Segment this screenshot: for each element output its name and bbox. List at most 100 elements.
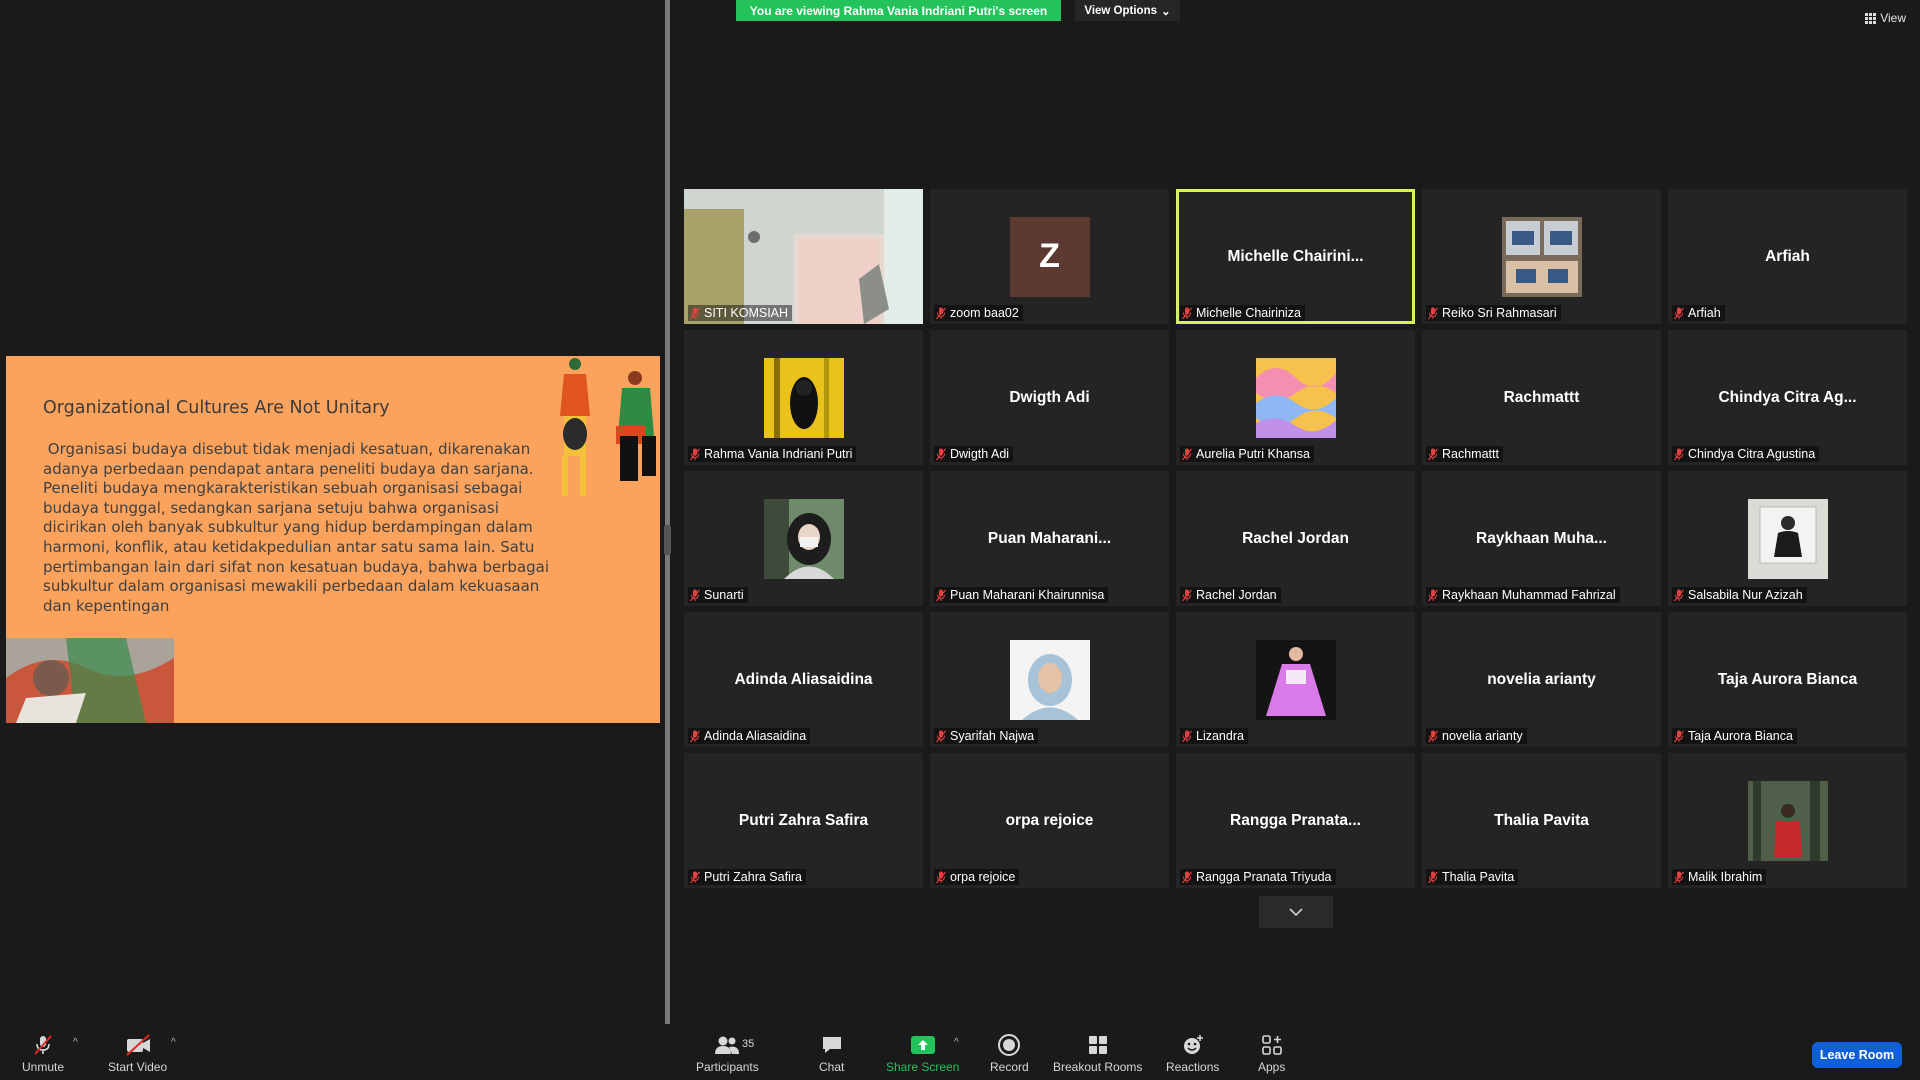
- chevron-down-icon: [1289, 908, 1303, 917]
- apps-icon: [1261, 1035, 1282, 1055]
- unmute-label: Unmute: [22, 1060, 65, 1074]
- gallery-next-page-button[interactable]: [1259, 896, 1333, 928]
- reactions-icon: [1183, 1035, 1203, 1054]
- mic-muted-icon: [1428, 871, 1438, 883]
- participant-display-name: Chindya Citra Ag...: [1718, 388, 1857, 406]
- participants-label: Participants: [696, 1060, 759, 1074]
- participant-tile[interactable]: Thalia Pavita Thalia Pavita: [1422, 753, 1661, 888]
- chevron-down-icon: ⌄: [1161, 5, 1171, 18]
- participants-icon: [715, 1036, 740, 1054]
- mic-muted-icon: [1674, 589, 1684, 601]
- participant-tile[interactable]: Reiko Sri Rahmasari: [1422, 189, 1661, 324]
- breakout-rooms-label: Breakout Rooms: [1053, 1060, 1143, 1074]
- participant-display-name: Rachmattt: [1503, 388, 1580, 406]
- slide-title: Organizational Cultures Are Not Unitary: [43, 398, 390, 418]
- participant-tile[interactable]: Rangga Pranata... Rangga Pranata Triyuda: [1176, 753, 1415, 888]
- participant-name: Salsabila Nur Azizah: [1688, 588, 1803, 602]
- participant-tile[interactable]: Zzoom baa02: [930, 189, 1169, 324]
- slide-body-text: Organisasi budaya disebut tidak menjadi …: [43, 440, 550, 615]
- participant-tile[interactable]: Aurelia Putri Khansa: [1176, 330, 1415, 465]
- video-off-icon: [125, 1034, 150, 1056]
- share-screen-icon: [910, 1036, 935, 1054]
- participant-tile[interactable]: Rahma Vania Indriani Putri: [684, 330, 923, 465]
- drummers-illustration: [560, 358, 656, 496]
- participant-name-label: orpa rejoice: [934, 869, 1020, 885]
- participant-name-label: Dwigth Adi: [934, 446, 1014, 462]
- mic-muted-icon: [690, 448, 700, 460]
- participant-tile[interactable]: Michelle Chairini... Michelle Chairiniza: [1176, 189, 1415, 324]
- video-options-caret-icon[interactable]: ^: [171, 1037, 176, 1048]
- participant-name: Dwigth Adi: [950, 447, 1010, 461]
- participant-name: SITI KOMSIAH: [704, 306, 789, 320]
- mic-muted-icon: [690, 730, 700, 742]
- participants-count: 35: [742, 1038, 755, 1050]
- reactions-button[interactable]: Reactions: [1166, 1033, 1219, 1074]
- mic-muted-icon: [1182, 730, 1192, 742]
- participant-tile[interactable]: Raykhaan Muha... Raykhaan Muhammad Fahriz…: [1422, 471, 1661, 606]
- apps-button[interactable]: Apps: [1258, 1033, 1285, 1074]
- participant-avatar-image: [1747, 498, 1828, 579]
- participant-name-label: Adinda Aliasaidina: [688, 728, 811, 744]
- audio-options-caret-icon[interactable]: ^: [73, 1037, 78, 1048]
- participant-name: Raykhaan Muhammad Fahrizal: [1442, 588, 1616, 602]
- view-button[interactable]: View: [1865, 11, 1906, 25]
- participant-name: Taja Aurora Bianca: [1688, 729, 1793, 743]
- participant-display-name: orpa rejoice: [1005, 811, 1094, 829]
- participant-tile[interactable]: Puan Maharani... Puan Maharani Khairunnis…: [930, 471, 1169, 606]
- participant-name: Aurelia Putri Khansa: [1196, 447, 1310, 461]
- participant-avatar-image: [763, 357, 844, 438]
- participant-tile[interactable]: orpa rejoice orpa rejoice: [930, 753, 1169, 888]
- divider-drag-handle[interactable]: [664, 525, 671, 555]
- participant-name-label: Lizandra: [1180, 728, 1248, 744]
- participant-tile[interactable]: Rachel Jordan Rachel Jordan: [1176, 471, 1415, 606]
- participant-tile[interactable]: Malik Ibrahim: [1668, 753, 1907, 888]
- mic-muted-icon: [1674, 730, 1684, 742]
- participant-name-label: Putri Zahra Safira: [688, 869, 806, 885]
- participant-gallery: SITI KOMSIAH Zzoom baa02 Michelle Chairini…: [684, 189, 1907, 889]
- participant-tile[interactable]: SITI KOMSIAH: [684, 189, 923, 324]
- participant-tile[interactable]: Syarifah Najwa: [930, 612, 1169, 747]
- participant-tile[interactable]: Chindya Citra Ag... Chindya Citra Agustin…: [1668, 330, 1907, 465]
- chat-label: Chat: [819, 1060, 845, 1074]
- participant-name-label: Sunarti: [688, 587, 748, 603]
- mic-muted-icon: [690, 307, 700, 319]
- mic-muted-icon: [1428, 307, 1438, 319]
- participant-name-label: SITI KOMSIAH: [688, 305, 793, 321]
- participant-name: Putri Zahra Safira: [704, 870, 802, 884]
- participant-tile[interactable]: Rachmattt Rachmattt: [1422, 330, 1661, 465]
- participant-tile[interactable]: Sunarti: [684, 471, 923, 606]
- breakout-rooms-icon: [1088, 1036, 1107, 1054]
- participant-display-name: Arfiah: [1765, 247, 1810, 265]
- record-icon: [998, 1034, 1021, 1056]
- participant-tile[interactable]: Taja Aurora Bianca Taja Aurora Bianca: [1668, 612, 1907, 747]
- panel-divider[interactable]: [665, 0, 670, 1025]
- breakout-rooms-button[interactable]: Breakout Rooms: [1053, 1033, 1142, 1074]
- unmute-button[interactable]: Unmute: [22, 1033, 64, 1074]
- participant-name: Puan Maharani Khairunnisa: [950, 588, 1105, 602]
- participant-tile[interactable]: Lizandra: [1176, 612, 1415, 747]
- participant-name-label: Salsabila Nur Azizah: [1672, 587, 1807, 603]
- start-video-button[interactable]: Start Video: [108, 1033, 167, 1074]
- mic-muted-icon: [1428, 730, 1438, 742]
- leave-room-button[interactable]: Leave Room: [1812, 1042, 1902, 1068]
- participant-tile[interactable]: Adinda Aliasaidina Adinda Aliasaidina: [684, 612, 923, 747]
- share-screen-button[interactable]: Share Screen: [886, 1033, 959, 1074]
- participant-tile[interactable]: Arfiah Arfiah: [1668, 189, 1907, 324]
- participant-tile[interactable]: Salsabila Nur Azizah: [1668, 471, 1907, 606]
- participant-video-feed: [684, 189, 923, 324]
- record-button[interactable]: Record: [990, 1033, 1029, 1074]
- participant-tile[interactable]: Dwigth Adi Dwigth Adi: [930, 330, 1169, 465]
- share-options-caret-icon[interactable]: ^: [954, 1037, 959, 1048]
- participant-avatar-image: [1501, 216, 1582, 297]
- mic-muted-icon: [936, 589, 946, 601]
- mic-muted-icon: [34, 1035, 52, 1055]
- mic-muted-icon: [690, 589, 700, 601]
- view-options-button[interactable]: View Options ⌄: [1075, 0, 1180, 21]
- participant-tile[interactable]: Putri Zahra Safira Putri Zahra Safira: [684, 753, 923, 888]
- participant-tile[interactable]: novelia arianty novelia arianty: [1422, 612, 1661, 747]
- chat-button[interactable]: Chat: [819, 1033, 844, 1074]
- participant-name: Malik Ibrahim: [1688, 870, 1763, 884]
- share-screen-label: Share Screen: [886, 1060, 960, 1074]
- participant-name: novelia arianty: [1442, 729, 1523, 743]
- participant-name-label: Rangga Pranata Triyuda: [1180, 869, 1336, 885]
